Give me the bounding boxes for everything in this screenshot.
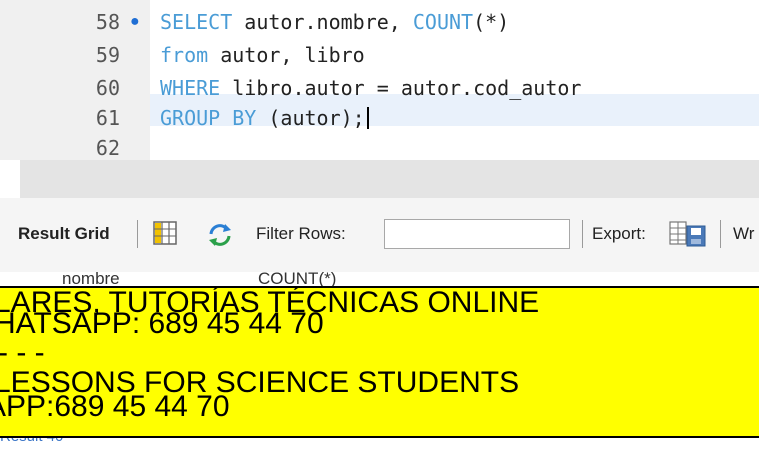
toolbar-separator — [137, 220, 138, 248]
code-line[interactable]: from autor, libro — [160, 43, 365, 67]
result-toolbar: Result Grid Filter Rows: Export: Wr — [0, 198, 759, 272]
keyword: SELECT — [160, 10, 233, 34]
grid-layout-icon[interactable] — [152, 220, 178, 246]
filter-rows-input[interactable] — [384, 219, 570, 249]
result-grid-tab[interactable]: Result Grid — [18, 224, 110, 244]
code-text: autor.nombre, — [232, 10, 413, 34]
line-number: 59 — [95, 43, 120, 67]
banner-line: APP:689 45 44 70 — [0, 390, 230, 423]
keyword: WHERE — [160, 76, 221, 100]
code-line[interactable]: GROUP BY (autor); — [160, 106, 369, 130]
line-number: 61 — [95, 106, 120, 130]
breakpoint-dot-icon[interactable]: ● — [130, 12, 140, 32]
export-icon[interactable] — [669, 220, 709, 248]
wrap-cell-label[interactable]: Wr — [733, 224, 754, 244]
toolbar-separator — [720, 220, 721, 248]
keyword: COUNT — [412, 10, 474, 34]
line-number-gutter: 58 ● 59 60 61 62 — [0, 0, 150, 160]
advertisement-banner: LARES, TUTORÍAS TÉCNICAS ONLINE HATSAPP:… — [0, 286, 759, 438]
banner-line: - - - — [0, 336, 45, 369]
code-line[interactable]: WHERE libro.autor = autor.cod_autor — [160, 76, 581, 100]
refresh-icon[interactable] — [206, 222, 234, 248]
code-text: autor, libro — [208, 43, 365, 67]
toolbar-separator — [582, 220, 583, 248]
text-caret — [366, 107, 369, 129]
line-number: 62 — [95, 136, 120, 160]
line-number: 60 — [95, 76, 120, 100]
keyword: from — [160, 43, 209, 67]
export-label: Export: — [592, 224, 646, 243]
code-text: libro.autor = autor.cod_autor — [220, 76, 582, 100]
line-number: 58 — [95, 10, 120, 34]
code-text: (autor); — [256, 106, 365, 130]
panel-splitter[interactable] — [0, 160, 759, 198]
filter-rows-label: Filter Rows: — [256, 224, 346, 243]
sql-editor[interactable]: 58 ● 59 60 61 62 SELECT autor.nombre, CO… — [0, 0, 759, 160]
code-line[interactable]: SELECT autor.nombre, COUNT(*) — [160, 10, 509, 34]
code-text: (*) — [473, 10, 510, 34]
splitter-edge — [0, 160, 20, 198]
banner-line: HATSAPP: 689 45 44 70 — [0, 307, 324, 340]
keyword: GROUP BY — [160, 106, 257, 130]
